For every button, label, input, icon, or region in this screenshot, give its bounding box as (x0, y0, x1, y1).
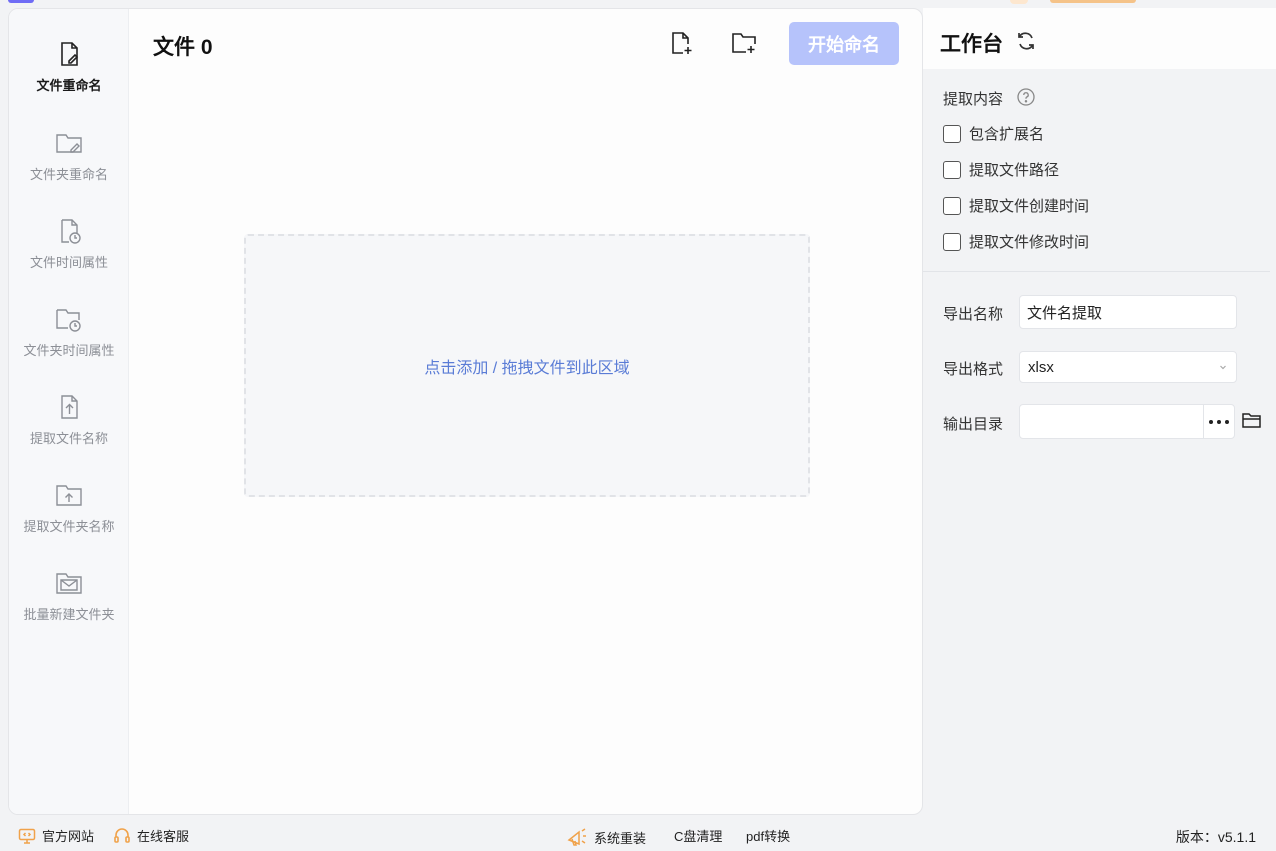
workbench-body: 提取内容 包含扩展名 提取文件路径 提取文件创建时间 提取文件修改时间 导出名称… (923, 69, 1270, 796)
version-text: 版本：v5.1.1 (1175, 829, 1256, 845)
export-name-input[interactable] (1019, 295, 1237, 329)
workbench-panel: 工作台 提取内容 包含扩展名 提取文件路径 提取文件创建时间 提取文件修改时间 … (923, 8, 1276, 815)
option-extract-created-time[interactable]: 提取文件创建时间 (943, 195, 1089, 216)
sidebar: 文件重命名 文件夹重命名 文件时间属性 文件夹时间属性 提取文件名称 提取文件夹… (9, 9, 129, 814)
sidebar-item-folder-time[interactable]: 文件夹时间属性 (9, 304, 129, 384)
footer-c-clean-label: C盘清理 (674, 829, 723, 844)
megaphone-icon (567, 828, 586, 846)
option-label: 包含扩展名 (969, 126, 1045, 143)
output-dir-input[interactable] (1019, 404, 1204, 439)
sidebar-item-folder-rename[interactable]: 文件夹重命名 (9, 128, 129, 208)
footer: 官方网站 在线客服 系统重装 C盘清理 pdf转换 版本：v5.1.1 (0, 815, 1276, 851)
sidebar-item-label: 提取文件夹名称 (23, 519, 115, 534)
checkbox[interactable] (943, 232, 961, 251)
sidebar-item-label: 文件夹时间属性 (23, 343, 115, 358)
option-label: 提取文件修改时间 (969, 234, 1090, 251)
page-title: 文件 0 (153, 36, 213, 59)
monitor-icon (18, 828, 36, 844)
file-plus-icon (672, 32, 692, 54)
footer-support-label: 在线客服 (137, 829, 190, 844)
c-drive-clean-link[interactable]: C盘清理 (674, 826, 722, 845)
sidebar-item-label: 文件夹重命名 (29, 167, 108, 182)
sidebar-item-label: 提取文件名称 (29, 431, 108, 446)
more-dots-icon (1209, 419, 1229, 424)
option-include-extension[interactable]: 包含扩展名 (943, 123, 1044, 144)
add-folder-button[interactable] (730, 29, 758, 57)
top-promo-pill[interactable] (1050, 0, 1136, 3)
file-upload-icon (61, 395, 78, 419)
folder-plus-icon (732, 33, 756, 53)
pdf-convert-link[interactable]: pdf转换 (746, 826, 790, 845)
workbench-header: 工作台 (923, 8, 1276, 69)
start-rename-button[interactable]: 开始命名 (789, 22, 899, 65)
option-extract-modified-time[interactable]: 提取文件修改时间 (943, 231, 1089, 252)
footer-reinstall-label: 系统重装 (594, 830, 647, 846)
browse-dots-button[interactable] (1203, 404, 1235, 439)
drop-zone[interactable]: 点击添加 / 拖拽文件到此区域 (244, 234, 810, 497)
main-card: 文件重命名 文件夹重命名 文件时间属性 文件夹时间属性 提取文件名称 提取文件夹… (8, 8, 923, 815)
folder-mail-icon (56, 573, 82, 594)
sidebar-item-extract-file-name[interactable]: 提取文件名称 (9, 392, 129, 472)
folder-upload-icon (56, 485, 82, 506)
sidebar-item-label: 文件时间属性 (29, 255, 108, 270)
checkbox[interactable] (943, 160, 961, 179)
sidebar-item-extract-folder-name[interactable]: 提取文件夹名称 (9, 480, 129, 560)
export-format-value: xlsx (1028, 358, 1054, 376)
system-reinstall-link[interactable]: 系统重装 (566, 826, 646, 848)
folder-edit-icon (56, 134, 82, 153)
main-content: 文件 0 开始命名 点击添加 / 拖拽文件到此区域 (129, 9, 922, 814)
workbench-title: 工作台 (940, 33, 1003, 56)
sidebar-item-file-time[interactable]: 文件时间属性 (9, 216, 129, 296)
footer-website-label: 官方网站 (42, 829, 95, 844)
notification-dot (1010, 0, 1028, 4)
option-label: 提取文件创建时间 (969, 198, 1090, 215)
chevron-down-icon (1220, 365, 1226, 370)
checkbox[interactable] (943, 196, 961, 215)
footer-pdf-label: pdf转换 (746, 829, 791, 844)
online-support-link[interactable]: 在线客服 (113, 826, 189, 845)
folder-clock-icon (56, 309, 81, 332)
sidebar-item-file-rename[interactable]: 文件重命名 (9, 39, 129, 119)
sidebar-item-label: 批量新建文件夹 (23, 607, 115, 622)
file-edit-icon (61, 42, 79, 66)
open-folder-icon[interactable] (1241, 409, 1263, 431)
refresh-icon[interactable] (1015, 30, 1037, 52)
app-logo (8, 0, 34, 3)
checkbox[interactable] (943, 124, 961, 143)
file-clock-icon (61, 219, 81, 244)
drop-zone-text: 点击添加 / 拖拽文件到此区域 (424, 359, 630, 377)
sidebar-item-batch-new-folder[interactable]: 批量新建文件夹 (9, 568, 129, 648)
export-format-label: 导出格式 (943, 361, 1004, 378)
option-extract-path[interactable]: 提取文件路径 (943, 159, 1059, 180)
official-website-link[interactable]: 官方网站 (18, 826, 94, 845)
divider (923, 271, 1270, 272)
output-dir-label: 输出目录 (943, 416, 1004, 433)
add-file-button[interactable] (667, 29, 695, 57)
export-format-select[interactable]: xlsx (1019, 351, 1237, 383)
headset-icon (114, 827, 130, 843)
sidebar-item-label: 文件重命名 (36, 78, 102, 93)
help-icon[interactable] (1017, 88, 1035, 106)
export-name-label: 导出名称 (943, 306, 1004, 323)
option-label: 提取文件路径 (969, 162, 1060, 179)
extract-content-label: 提取内容 (943, 91, 1004, 108)
